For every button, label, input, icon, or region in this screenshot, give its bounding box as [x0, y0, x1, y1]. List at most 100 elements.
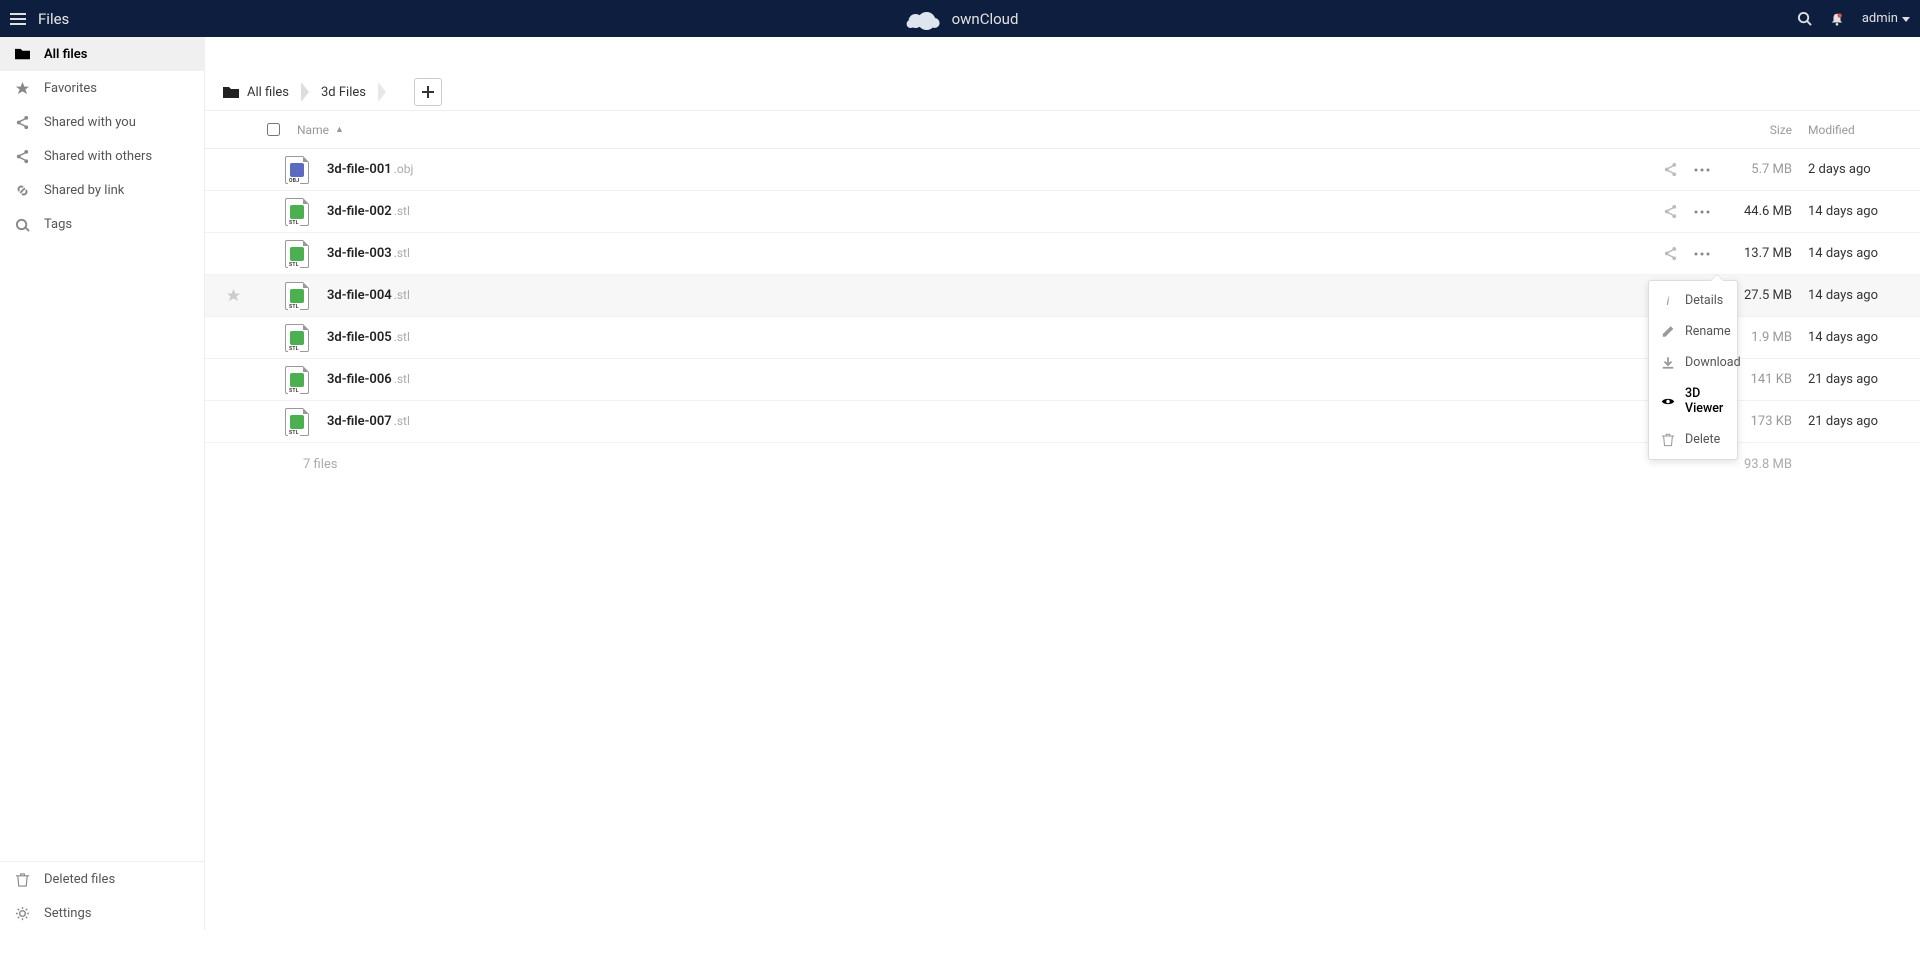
- file-name[interactable]: 3d-file-006.stl: [313, 372, 1654, 387]
- menu-item-label: Download: [1685, 355, 1741, 370]
- main-content: All files 3d Files Name ▲ Size Modified …: [205, 74, 1920, 967]
- sidebar-item-label: Shared with you: [44, 115, 136, 130]
- file-modified: 2 days ago: [1808, 162, 1908, 177]
- more-actions-icon[interactable]: [1686, 168, 1718, 172]
- folder-icon: [223, 85, 239, 99]
- sidebar-item-shared-with-others[interactable]: Shared with others: [0, 139, 204, 173]
- file-name[interactable]: 3d-file-002.stl: [313, 204, 1654, 219]
- file-modified: 14 days ago: [1808, 204, 1908, 219]
- download-icon: [1661, 355, 1675, 370]
- sidebar-item-all-files[interactable]: All files: [0, 37, 204, 71]
- select-all-checkbox[interactable]: [257, 123, 289, 136]
- file-name[interactable]: 3d-file-005.stl: [313, 330, 1654, 345]
- share-icon[interactable]: [1654, 162, 1686, 177]
- sidebar: All files Favorites Shared with you Shared …: [0, 37, 205, 930]
- menu-item-label: Delete: [1685, 432, 1720, 447]
- file-size: 44.6 MB: [1718, 204, 1808, 219]
- file-modified: 14 days ago: [1808, 288, 1908, 303]
- share-icon[interactable]: [1654, 204, 1686, 219]
- favorite-star-icon[interactable]: [217, 288, 249, 303]
- menu-item-3d-viewer[interactable]: 3D Viewer: [1649, 378, 1737, 424]
- gear-icon: [14, 905, 30, 921]
- brand-name: ownCloud: [952, 10, 1019, 28]
- sidebar-item-favorites[interactable]: Favorites: [0, 71, 204, 105]
- column-modified[interactable]: Modified: [1808, 123, 1908, 137]
- plus-icon: [422, 86, 434, 98]
- sidebar-item-label: Shared with others: [44, 149, 152, 164]
- top-header: Files ownCloud admin: [0, 0, 1920, 37]
- share-icon[interactable]: [1654, 246, 1686, 261]
- eye-icon: [1661, 394, 1675, 409]
- file-modified: 21 days ago: [1808, 372, 1908, 387]
- menu-icon[interactable]: [10, 13, 26, 25]
- header-right: admin: [1797, 11, 1910, 26]
- share-in-icon: [14, 114, 30, 130]
- trash-icon: [1661, 432, 1675, 447]
- sidebar-item-label: Favorites: [44, 81, 97, 96]
- sidebar-item-label: Deleted files: [44, 872, 115, 887]
- more-actions-icon[interactable]: [1686, 210, 1718, 214]
- sidebar-item-label: Settings: [44, 906, 91, 921]
- sidebar-item-label: All files: [44, 47, 87, 62]
- sidebar-item-label: Tags: [44, 217, 72, 232]
- menu-item-download[interactable]: Download: [1649, 347, 1737, 378]
- menu-item-label: Rename: [1685, 324, 1731, 339]
- summary-count: 7 files: [289, 457, 1654, 472]
- file-thumbnail: STL: [281, 322, 313, 354]
- breadcrumb-bar: All files 3d Files: [205, 74, 1920, 111]
- file-thumbnail: STL: [281, 364, 313, 396]
- pencil-icon: [1661, 324, 1675, 339]
- table-header: Name ▲ Size Modified: [205, 111, 1920, 149]
- caret-down-icon: [1902, 15, 1910, 23]
- file-thumbnail: STL: [281, 280, 313, 312]
- sidebar-item-shared-with-you[interactable]: Shared with you: [0, 105, 204, 139]
- link-icon: [14, 182, 30, 198]
- folder-icon: [14, 46, 30, 62]
- file-modified: 14 days ago: [1808, 246, 1908, 261]
- sidebar-item-label: Shared by link: [44, 183, 124, 198]
- file-modified: 14 days ago: [1808, 330, 1908, 345]
- column-size[interactable]: Size: [1718, 123, 1808, 137]
- user-menu[interactable]: admin: [1862, 11, 1910, 26]
- trash-icon: [14, 871, 30, 887]
- column-name[interactable]: Name ▲: [289, 123, 1638, 137]
- sidebar-item-tags[interactable]: Tags: [0, 207, 204, 241]
- file-row[interactable]: STL3d-file-003.stl13.7 MB14 days ago: [205, 233, 1920, 275]
- add-button[interactable]: [414, 78, 442, 106]
- owncloud-logo-icon: [902, 7, 942, 31]
- more-actions-icon[interactable]: [1686, 252, 1718, 256]
- star-icon: [14, 80, 30, 96]
- file-row[interactable]: STL3d-file-002.stl44.6 MB14 days ago: [205, 191, 1920, 233]
- file-thumbnail: STL: [281, 406, 313, 438]
- file-modified: 21 days ago: [1808, 414, 1908, 429]
- menu-item-rename[interactable]: Rename: [1649, 316, 1737, 347]
- tag-icon: [14, 216, 30, 232]
- menu-item-label: 3D Viewer: [1685, 386, 1725, 416]
- file-thumbnail: STL: [281, 238, 313, 270]
- file-name[interactable]: 3d-file-001.obj: [313, 162, 1654, 177]
- app-name: Files: [38, 10, 69, 28]
- breadcrumb-current-label: 3d Files: [321, 85, 366, 100]
- menu-item-details[interactable]: i Details: [1649, 285, 1737, 316]
- file-context-menu: i Details Rename Download 3D Viewer Delete: [1648, 280, 1738, 460]
- breadcrumb-root[interactable]: All files: [217, 85, 301, 100]
- file-row[interactable]: OBJ3d-file-001.obj5.7 MB2 days ago: [205, 149, 1920, 191]
- file-name[interactable]: 3d-file-007.stl: [313, 414, 1654, 429]
- sidebar-footer: Deleted files Settings: [0, 861, 204, 930]
- file-name[interactable]: 3d-file-003.stl: [313, 246, 1654, 261]
- menu-item-label: Details: [1685, 293, 1723, 308]
- sort-asc-icon: ▲: [335, 124, 344, 135]
- search-icon[interactable]: [1797, 11, 1812, 26]
- sidebar-footer-settings[interactable]: Settings: [0, 896, 204, 930]
- menu-item-delete[interactable]: Delete: [1649, 424, 1737, 455]
- notifications-icon[interactable]: [1830, 12, 1844, 26]
- user-name: admin: [1862, 11, 1898, 26]
- breadcrumb-root-label: All files: [247, 85, 289, 100]
- sidebar-item-shared-by-link[interactable]: Shared by link: [0, 173, 204, 207]
- breadcrumb-current[interactable]: 3d Files: [315, 85, 378, 100]
- file-name[interactable]: 3d-file-004.stl: [313, 288, 1654, 303]
- header-left: Files: [10, 10, 69, 28]
- svg-text:i: i: [1667, 294, 1670, 308]
- sidebar-footer-deleted-files[interactable]: Deleted files: [0, 862, 204, 896]
- file-thumbnail: OBJ: [281, 154, 313, 186]
